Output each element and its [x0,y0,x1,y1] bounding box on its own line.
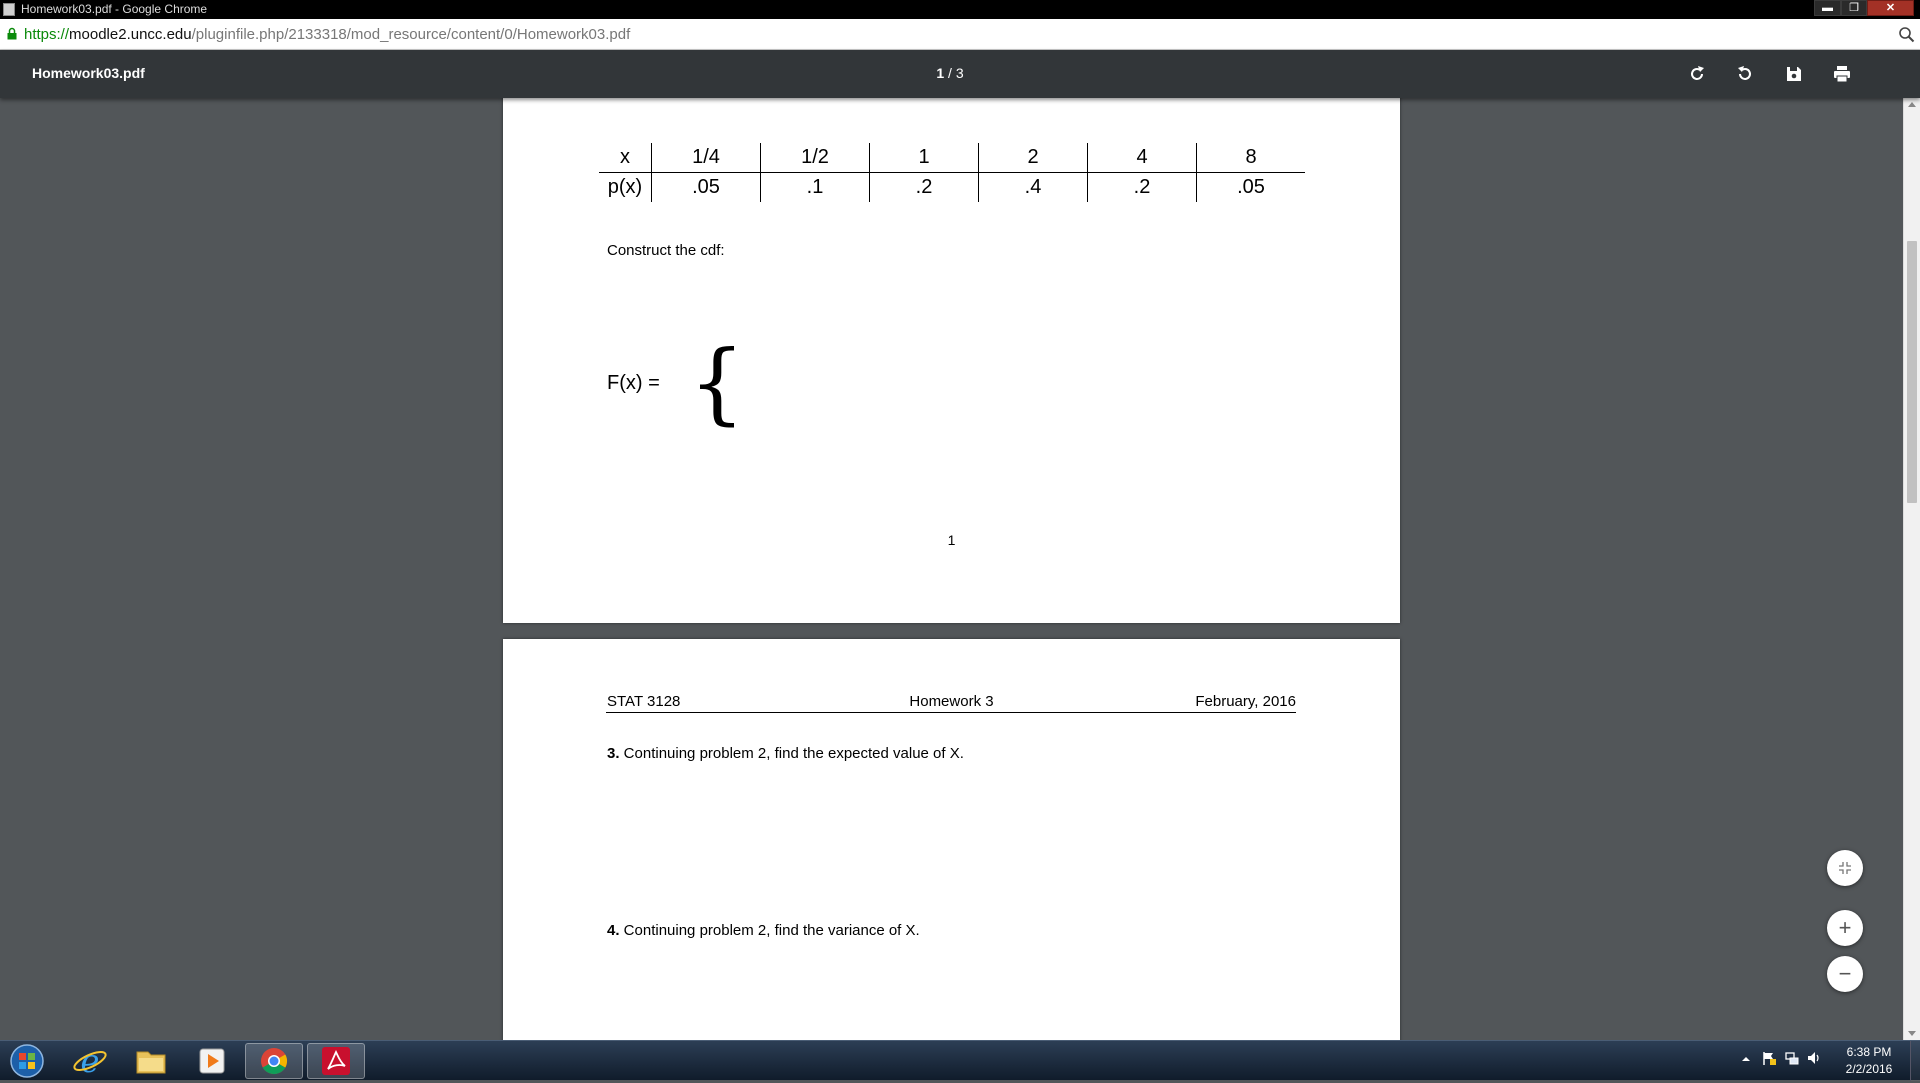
taskbar: e 6:38 PM 2/2/2016 [0,1040,1920,1081]
vertical-scrollbar[interactable] [1903,98,1920,1040]
window-title-bar: Homework03.pdf - Google Chrome ▬ ❐ ✕ [0,0,1920,19]
x-header: x [599,143,652,173]
x-cell: 1 [869,143,979,173]
fx-label: F(x) = [607,372,660,394]
scroll-down-arrow[interactable] [1908,1031,1916,1036]
px-cell: .2 [1087,172,1197,202]
download-icon[interactable] [1782,62,1806,86]
x-cell: 8 [1196,143,1305,173]
zoom-magnifier-icon[interactable] [1898,26,1915,43]
url-text[interactable]: https://moodle2.uncc.edu/pluginfile.php/… [24,26,630,43]
start-orb-icon[interactable] [2,1043,52,1079]
construct-cdf-text: Construct the cdf: [607,242,725,259]
url-scheme: https:// [24,26,70,43]
px-cell: .05 [1196,172,1305,202]
pdf-filename: Homework03.pdf [32,65,145,81]
pmf-table: x 1/4 1/2 1 2 4 8 p(x) .05 .1 .2 .4 .2 .… [599,143,1305,202]
pdf-page-1: x 1/4 1/2 1 2 4 8 p(x) .05 .1 .2 .4 .2 .… [503,60,1400,623]
print-icon[interactable] [1830,62,1854,86]
acrobat-taskbar-button[interactable] [307,1043,365,1079]
question-3-number: 3. [607,745,620,762]
pdf-page-2: STAT 3128 Homework 3 February, 2016 3. C… [503,639,1400,1059]
address-bar[interactable]: https://moodle2.uncc.edu/pluginfile.php/… [0,19,1920,50]
scrollbar-thumb[interactable] [1907,241,1917,503]
window-title: Homework03.pdf - Google Chrome [21,2,208,16]
show-desktop-button[interactable] [1910,1041,1920,1081]
page-indicator: 1 / 3 [900,65,1000,81]
x-cell: 2 [978,143,1088,173]
px-cell: .2 [869,172,979,202]
question-4: 4. Continuing problem 2, find the varian… [607,922,920,939]
media-player-icon[interactable] [184,1043,240,1079]
internet-explorer-icon[interactable]: e [62,1043,118,1079]
zoom-in-button[interactable]: + [1827,910,1863,946]
show-hidden-icons-icon[interactable] [1741,1054,1751,1064]
clock-date: 2/2/2016 [1845,1062,1893,1076]
question-3: 3. Continuing problem 2, find the expect… [607,745,964,762]
volume-icon[interactable] [1807,1051,1821,1065]
action-center-flag-icon[interactable] [1762,1051,1776,1065]
question-4-number: 4. [607,922,620,939]
cdf-brace: { [689,331,745,434]
acrobat-reader-icon [322,1047,350,1075]
rotate-clockwise-icon[interactable] [1685,62,1709,86]
px-cell: .05 [651,172,761,202]
url-host: moodle2.uncc.edu [69,26,192,43]
question-3-text: Continuing problem 2, find the expected … [619,745,964,762]
chrome-icon [261,1048,288,1075]
question-4-text: Continuing problem 2, find the variance … [619,922,920,939]
system-clock[interactable]: 6:38 PM 2/2/2016 [1830,1044,1908,1078]
px-cell: .4 [978,172,1088,202]
px-cell: .1 [760,172,870,202]
page-separator: / [948,65,952,81]
fit-to-page-icon [1839,862,1851,874]
chrome-taskbar-button[interactable] [245,1043,303,1079]
lock-icon [7,27,17,40]
scroll-up-arrow[interactable] [1908,102,1916,107]
file-explorer-icon[interactable] [123,1043,179,1079]
minimize-button[interactable]: ▬ [1814,0,1841,16]
close-button[interactable]: ✕ [1867,0,1914,16]
rotate-counterclockwise-icon[interactable] [1733,62,1757,86]
maximize-button[interactable]: ❐ [1841,0,1867,16]
url-path: /pluginfile.php/2133318/mod_resource/con… [191,26,631,43]
x-cell: 1/2 [760,143,870,173]
page-number: 1 [947,532,956,548]
total-pages: 3 [955,65,964,81]
clock-time: 6:38 PM [1846,1045,1892,1059]
fit-to-page-button[interactable] [1827,850,1863,886]
current-page-field[interactable]: 1 [936,65,944,81]
header-rule [606,712,1296,713]
px-header: p(x) [607,176,643,198]
header-date: February, 2016 [1195,693,1296,710]
x-cell: 1/4 [651,143,761,173]
pdf-toolbar: Homework03.pdf 1 / 3 [0,50,1920,98]
x-row: x 1/4 1/2 1 2 4 8 [599,143,1305,173]
zoom-out-button[interactable]: − [1827,956,1863,992]
pdf-file-icon [3,3,15,16]
network-icon[interactable] [1785,1051,1799,1065]
x-cell: 4 [1087,143,1197,173]
px-row: p(x) .05 .1 .2 .4 .2 .05 [599,172,1305,202]
svg-text:e: e [81,1043,100,1079]
